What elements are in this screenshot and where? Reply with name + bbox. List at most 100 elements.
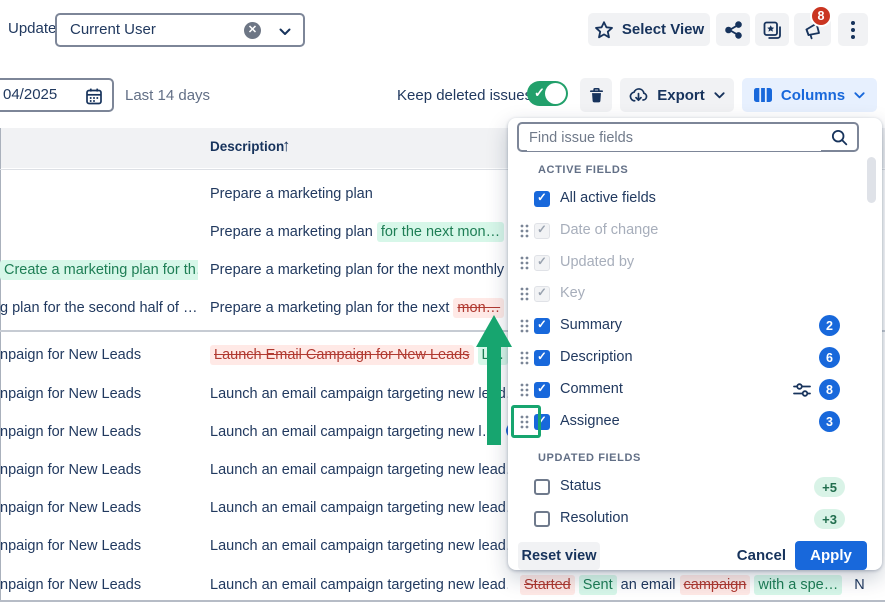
checkbox-checked[interactable]: ✓ — [534, 318, 550, 334]
export-label: Export — [657, 87, 705, 104]
checkbox-checked[interactable]: ✓ — [534, 350, 550, 366]
table-bottom-border — [0, 600, 885, 602]
keep-deleted-toggle[interactable]: ✓ — [527, 81, 568, 106]
checkbox-disabled: ✓ — [534, 286, 550, 302]
field-count-badge: 3 — [819, 411, 840, 432]
field-count-badge: 8 — [819, 379, 840, 400]
added-text: Create a marketing plan for th… — [0, 260, 198, 280]
chevron-down-icon — [713, 89, 726, 102]
description-cell: Prepare a marketing plan — [210, 175, 508, 213]
description-cell: Prepare a marketing plan for the next mo… — [210, 251, 508, 289]
checkbox-disabled: ✓ — [534, 255, 550, 271]
description-cell: Launch an email campaign targeting new l… — [210, 527, 508, 565]
annotation-arrow-head — [476, 315, 512, 347]
field-row-status[interactable]: Status +5 — [508, 471, 882, 503]
columns-panel: ACTIVE FIELDS ✓ All active fields ✓ Date… — [508, 118, 882, 570]
drag-handle-icon[interactable] — [519, 255, 530, 271]
checkbox-unchecked[interactable] — [534, 479, 550, 495]
toggle-knob — [545, 83, 566, 104]
kebab-dot — [851, 35, 855, 39]
field-row-key: ✓ Key — [508, 278, 882, 310]
apply-button[interactable]: Apply — [795, 541, 867, 570]
cancel-button[interactable]: Cancel — [737, 547, 786, 564]
added-text: for the next mon… — [377, 222, 504, 242]
comment-filter-icon[interactable] — [792, 380, 812, 400]
drag-handle-icon[interactable] — [519, 318, 530, 334]
columns-icon — [753, 87, 773, 103]
description-cell: Launch an email campaign targeting new l… — [210, 489, 508, 527]
range-label: Last 14 days — [125, 87, 210, 104]
removed-text: Launch Email Campaign for New Leads — [210, 345, 474, 365]
description-column-header[interactable]: Description — [210, 139, 284, 154]
field-search-input[interactable] — [527, 125, 821, 151]
field-row-assignee[interactable]: ✓ Assignee 3 — [508, 406, 882, 438]
select-view-label: Select View — [622, 21, 704, 38]
field-row-comment[interactable]: ✓ Comment 8 — [508, 374, 882, 406]
drag-handle-icon[interactable] — [519, 350, 530, 366]
description-cell: Launch an email campaign targeting new l… — [210, 451, 508, 489]
export-button[interactable]: Export — [620, 78, 734, 112]
field-row-all-active[interactable]: ✓ All active fields — [508, 183, 882, 215]
select-view-button[interactable]: Select View — [588, 13, 710, 46]
delete-button[interactable] — [580, 78, 612, 112]
more-menu-button[interactable] — [838, 13, 868, 46]
app-screen: Updated by: Current User ✕ Select View 8… — [0, 0, 885, 607]
table-row[interactable]: npaign for New Leads Launch an email cam… — [0, 566, 885, 604]
reset-view-button[interactable]: Reset view — [518, 542, 600, 570]
field-search[interactable] — [517, 122, 859, 152]
field-extra-pill: +5 — [814, 477, 845, 497]
removed-text: campaign — [680, 575, 751, 595]
drag-handle-icon[interactable] — [519, 382, 530, 398]
updated-fields-section-label: UPDATED FIELDS — [538, 452, 641, 464]
field-row-resolution[interactable]: Resolution +3 — [508, 503, 882, 535]
notification-badge: 8 — [810, 5, 832, 27]
description-cell: Prepare a marketing plan for the next mo… — [210, 289, 508, 327]
description-cell: Launch an email campaign targeting new l… — [210, 413, 508, 451]
checkbox-disabled: ✓ — [534, 223, 550, 239]
trash-icon — [587, 86, 606, 105]
summary-cell: npaign for New Leads — [0, 527, 198, 565]
saved-views-icon — [761, 19, 783, 41]
saved-views-button[interactable] — [755, 13, 789, 46]
removed-text: Started — [520, 575, 575, 595]
added-text: Sent — [579, 575, 617, 595]
date-range-input[interactable]: 04/2025 — [0, 78, 114, 112]
calendar-icon[interactable] — [84, 86, 104, 106]
summary-cell: npaign for New Leads — [0, 489, 198, 527]
date-value: 04/2025 — [3, 86, 57, 103]
drag-handle-icon[interactable] — [519, 286, 530, 302]
kebab-dot — [851, 21, 855, 25]
columns-button[interactable]: Columns — [742, 78, 877, 112]
summary-cell: npaign for New Leads — [0, 451, 198, 489]
checkbox-unchecked[interactable] — [534, 511, 550, 527]
summary-cell: Create a marketing plan for th… — [0, 251, 198, 289]
share-button[interactable] — [716, 13, 750, 46]
field-row-date-of-change: ✓ Date of change — [508, 215, 882, 247]
summary-cell: npaign for New Leads — [0, 336, 198, 374]
drag-handle-icon[interactable] — [519, 223, 530, 239]
sort-ascending-icon[interactable]: ↑ — [282, 136, 291, 156]
active-fields-section-label: ACTIVE FIELDS — [538, 164, 628, 176]
annotation-arrow-shaft — [487, 346, 501, 445]
description-cell: Launch Email Campaign for New Leads L… — [210, 336, 508, 374]
export-download-icon — [628, 85, 649, 106]
summary-cell: npaign for New Leads — [0, 375, 198, 413]
field-row-summary[interactable]: ✓ Summary 2 — [508, 310, 882, 342]
checkbox-checked[interactable]: ✓ — [534, 382, 550, 398]
summary-cell: npaign for New Leads — [0, 413, 198, 451]
search-icon — [830, 128, 849, 147]
clear-filter-icon[interactable]: ✕ — [244, 22, 261, 39]
field-count-badge: 6 — [819, 347, 840, 368]
description-cell: Launch an email campaign targeting new l… — [210, 566, 508, 604]
chevron-down-icon — [853, 89, 866, 102]
field-count-badge: 2 — [819, 315, 840, 336]
field-row-description[interactable]: ✓ Description 6 — [508, 342, 882, 374]
updated-by-select[interactable]: Current User ✕ — [55, 13, 305, 47]
share-icon — [723, 20, 743, 40]
checkbox-checked[interactable]: ✓ — [534, 191, 550, 207]
summary-cell: g plan for the second half of … — [0, 289, 198, 327]
description-cell: Prepare a marketing plan for the next mo… — [210, 213, 508, 251]
keep-deleted-label: Keep deleted issues — [397, 87, 532, 104]
columns-label: Columns — [781, 87, 845, 104]
comment-cell: Started Sent an email campaign with a sp… — [520, 566, 880, 604]
